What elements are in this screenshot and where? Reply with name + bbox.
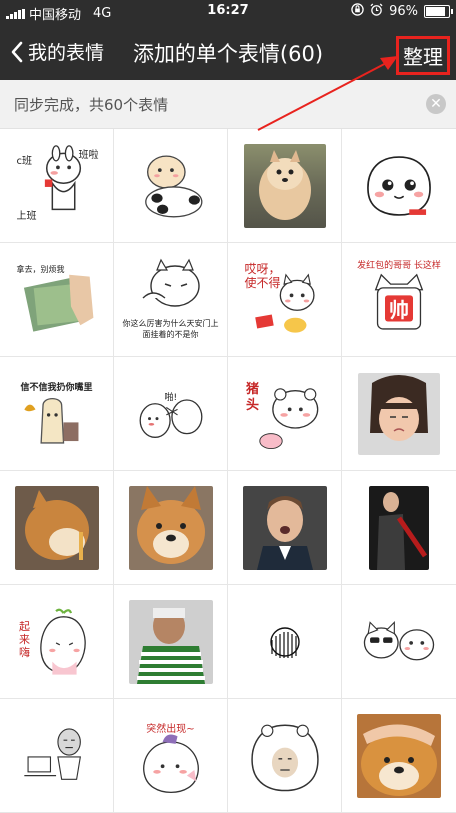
- sticker-big-text: 帅: [389, 297, 409, 322]
- sticker-photo-man-striped: [128, 599, 213, 684]
- sticker-text: 班啦: [78, 149, 99, 161]
- sticker-item[interactable]: [342, 471, 456, 585]
- sticker-photo-girl-pout: [358, 372, 440, 455]
- sticker-cats-sunglasses: [357, 600, 441, 684]
- sticker-caption: 发红包的哥哥 长这样: [357, 260, 441, 271]
- sticker-photo-man-shocked: [242, 485, 327, 570]
- sticker-photo-shiba-side: [14, 485, 99, 570]
- status-bar: 中国移动 4G 16:27 96%: [0, 0, 456, 24]
- sticker-item[interactable]: 啪!: [114, 357, 228, 471]
- sticker-item[interactable]: 起来嗨: [0, 585, 114, 699]
- sticker-bear-panda: [129, 144, 213, 228]
- sticker-white-blob-cute: [357, 144, 441, 228]
- sticker-blob-poop: 信不信我扔你嘴里: [15, 372, 99, 456]
- sticker-item[interactable]: 你这么厉害为什么天安门上面挂着的不是你: [114, 243, 228, 357]
- sticker-text: c班: [16, 155, 33, 167]
- sticker-meme-computer: [15, 714, 99, 798]
- sticker-item[interactable]: [228, 585, 342, 699]
- sync-message: 同步完成，共60个表情: [14, 96, 169, 114]
- sticker-caption: 你这么厉害为什么天安门上面挂着的不是你: [122, 318, 219, 339]
- sticker-caption: 哎呀，使不得: [244, 261, 281, 290]
- battery-percent: 96%: [389, 4, 418, 19]
- sticker-item[interactable]: [342, 129, 456, 243]
- sticker-item[interactable]: 拿去，别烦我: [0, 243, 114, 357]
- sticker-text: 上班: [16, 210, 37, 222]
- sticker-sudden-appear: 突然出现~: [129, 714, 213, 798]
- sticker-item[interactable]: [342, 585, 456, 699]
- sticker-caption: 起来嗨: [19, 619, 30, 659]
- sticker-photo-man-sword: [369, 485, 429, 570]
- sticker-cat-handsome: 帅 发红包的哥哥 长这样: [357, 258, 441, 342]
- sticker-item[interactable]: [342, 699, 456, 813]
- sticker-caption: 猪头: [245, 381, 259, 413]
- sticker-item[interactable]: [0, 471, 114, 585]
- sticker-hairy-blob: [243, 600, 327, 684]
- sticker-item[interactable]: 突然出现~: [114, 699, 228, 813]
- sticker-item[interactable]: c班 班啦 上班: [0, 129, 114, 243]
- sticker-sprout-blob: 起来嗨: [15, 600, 99, 684]
- sticker-item[interactable]: [228, 699, 342, 813]
- rotation-lock-icon: [351, 3, 364, 20]
- alarm-icon: [370, 3, 383, 20]
- sticker-photo-shiba-face: [128, 485, 213, 570]
- sticker-item[interactable]: [228, 129, 342, 243]
- status-right: 96%: [351, 3, 453, 20]
- battery-icon: [424, 5, 453, 18]
- sticker-photo-pomeranian: [243, 143, 326, 228]
- sticker-item[interactable]: 哎呀，使不得: [228, 243, 342, 357]
- sticker-money-hand: 拿去，别烦我: [15, 258, 99, 342]
- sticker-caption: 信不信我扔你嘴里: [20, 382, 93, 393]
- sticker-blobs-slap: 啪!: [129, 372, 213, 456]
- sticker-item[interactable]: [114, 585, 228, 699]
- sticker-item[interactable]: 信不信我扔你嘴里: [0, 357, 114, 471]
- sticker-item[interactable]: 帅 发红包的哥哥 长这样: [342, 243, 456, 357]
- nav-bar: 我的表情 添加的单个表情(60) 整理: [0, 24, 456, 80]
- sync-banner: 同步完成，共60个表情 ✕: [0, 80, 456, 129]
- manage-button[interactable]: 整理: [396, 36, 450, 75]
- sticker-grid: c班 班啦 上班 拿去，别烦我 你这么厉害为什么天安门上面挂着的不是你 哎呀，使…: [0, 129, 456, 813]
- sticker-item[interactable]: [228, 471, 342, 585]
- sticker-pig-head: 猪头: [243, 372, 327, 456]
- sticker-item[interactable]: 猪头: [228, 357, 342, 471]
- sticker-item[interactable]: [114, 129, 228, 243]
- sticker-caption: 突然出现~: [146, 723, 195, 735]
- sticker-cat-red-envelope: 哎呀，使不得: [243, 258, 327, 342]
- sticker-cat-face-palm: 你这么厉害为什么天安门上面挂着的不是你: [123, 258, 219, 342]
- sticker-blob-face-meme: [243, 714, 327, 798]
- sticker-caption: 拿去，别烦我: [16, 264, 65, 274]
- sticker-item[interactable]: [114, 471, 228, 585]
- page-title: 添加的单个表情(60): [132, 42, 324, 66]
- sticker-item[interactable]: [342, 357, 456, 471]
- sticker-item[interactable]: [0, 699, 114, 813]
- sticker-text: 啪!: [164, 392, 178, 403]
- close-icon[interactable]: ✕: [426, 94, 446, 114]
- sticker-rabbit-work: c班 班啦 上班: [15, 144, 99, 228]
- sticker-photo-shiba-squish: [357, 713, 441, 798]
